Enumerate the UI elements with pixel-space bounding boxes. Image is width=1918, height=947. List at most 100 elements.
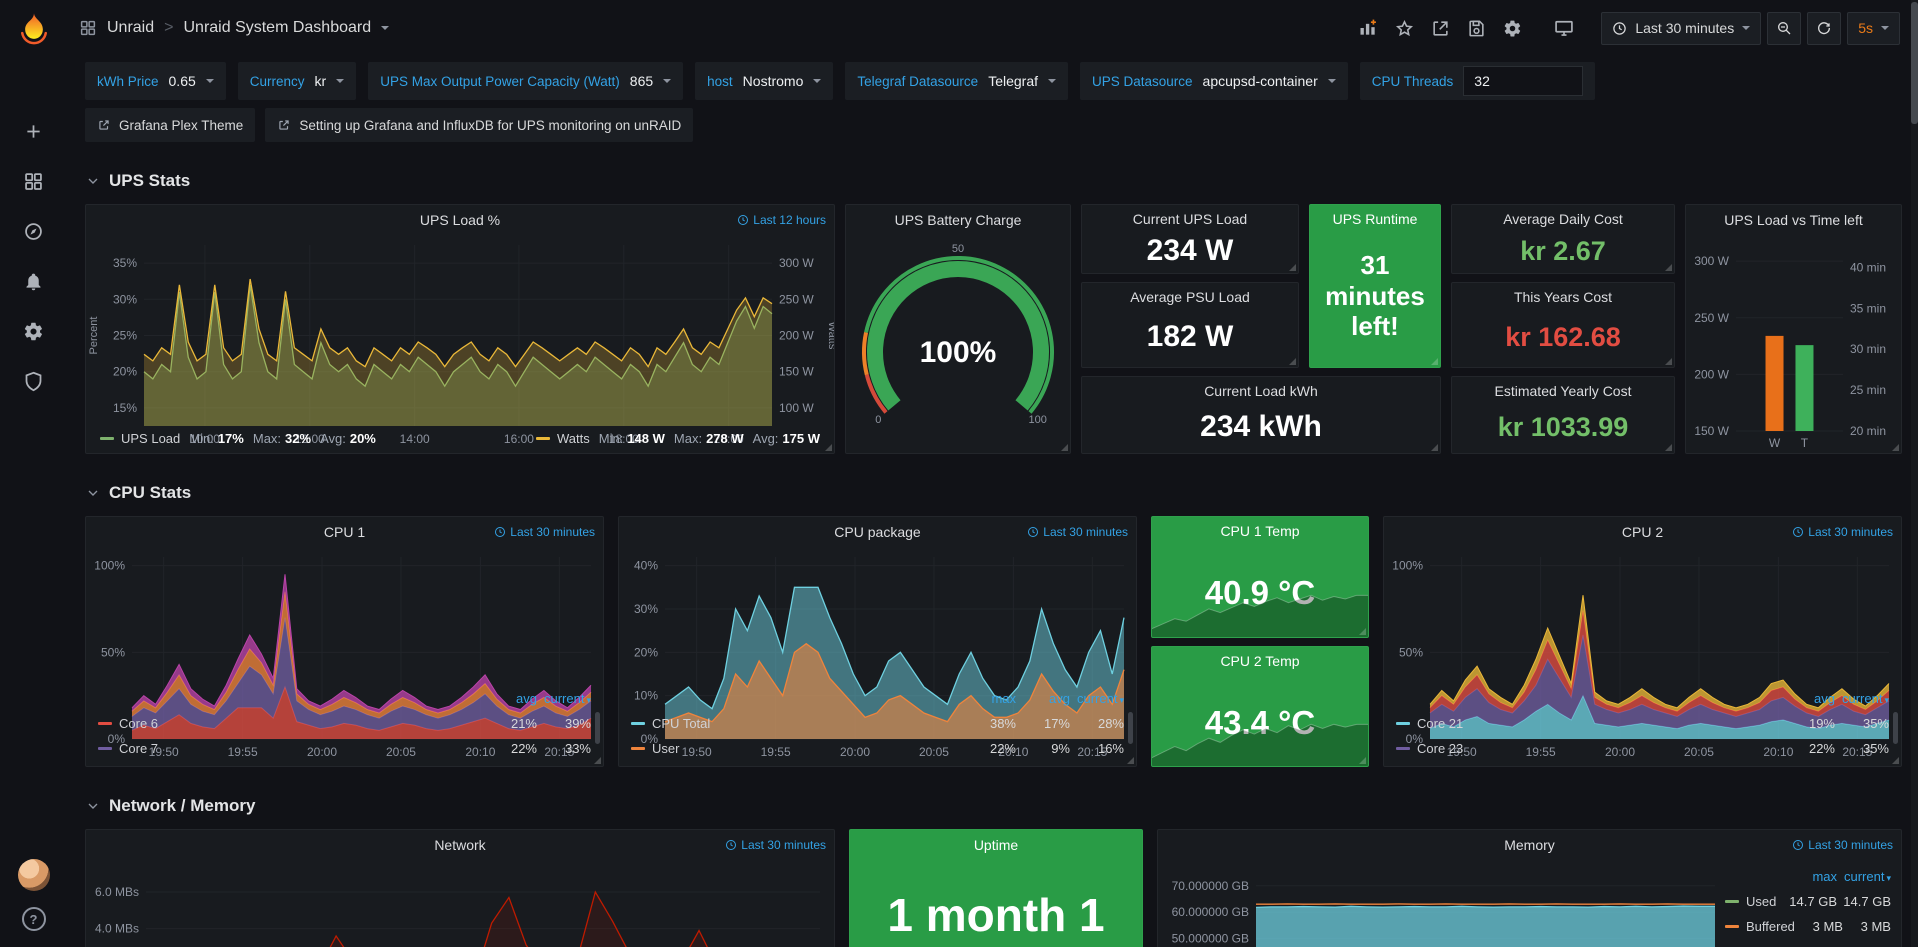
svg-text:W: W	[1769, 436, 1781, 450]
section-header-cpu[interactable]: CPU Stats	[85, 478, 1902, 508]
ups-load-chart[interactable]: 10:0012:0014:0016:0018:0020:0015%20%25%3…	[86, 235, 834, 427]
dashboard-dropdown-caret[interactable]	[381, 26, 389, 30]
panel-title[interactable]: UPS Battery Charge	[895, 212, 1022, 228]
sidebar-item-explore[interactable]	[23, 220, 45, 242]
panel-title[interactable]: Uptime	[974, 837, 1018, 853]
cpu1-chart[interactable]: 19:5019:5520:0020:0520:1020:150%50%100%	[86, 547, 603, 686]
panel-title[interactable]: Average PSU Load	[1130, 289, 1250, 305]
avatar[interactable]	[18, 859, 50, 891]
panel-timerange[interactable]: Last 12 hours	[737, 205, 826, 235]
variable-ups-max-output[interactable]: UPS Max Output Power Capacity (Watt) 865	[368, 62, 683, 100]
panel-title[interactable]: Estimated Yearly Cost	[1495, 383, 1632, 399]
help-button[interactable]: ?	[22, 907, 46, 931]
sidebar-item-alerting[interactable]	[23, 270, 45, 292]
create-button[interactable]	[23, 120, 45, 142]
panel-timerange[interactable]: Last 30 minutes	[1792, 517, 1893, 547]
variable-host[interactable]: host Nostromo	[695, 62, 833, 100]
svg-text:Watts: Watts	[826, 322, 834, 350]
panel-title[interactable]: Current UPS Load	[1133, 211, 1247, 227]
legend-scrollbar[interactable]	[1128, 712, 1133, 744]
legend-series-name[interactable]: Core 23	[1417, 741, 1463, 756]
legend-sort-max[interactable]: max	[962, 691, 1016, 706]
sidebar-item-configuration[interactable]	[23, 320, 45, 342]
save-button[interactable]	[1461, 13, 1491, 43]
variable-telegraf-datasource[interactable]: Telegraf Datasource Telegraf	[845, 62, 1068, 100]
breadcrumb-page-title[interactable]: Unraid System Dashboard	[183, 19, 371, 37]
template-variables: kWh Price 0.65 Currency kr UPS Max Outpu…	[85, 62, 1902, 100]
zoom-out-button[interactable]	[1767, 12, 1801, 45]
legend-sort-current[interactable]: current▾	[1835, 691, 1889, 706]
scrollbar-thumb[interactable]	[1911, 2, 1918, 124]
cycle-view-button[interactable]	[1549, 13, 1579, 43]
legend-series-name[interactable]: Buffered	[1746, 919, 1795, 934]
legend-sort-max[interactable]: max	[1783, 869, 1837, 884]
section-header-ups[interactable]: UPS Stats	[85, 166, 1902, 196]
sidebar-item-dashboards[interactable]	[23, 170, 45, 192]
star-button[interactable]	[1389, 13, 1419, 43]
legend-series-name[interactable]: Core 21	[1417, 716, 1463, 731]
legend-series-name[interactable]: Used	[1746, 894, 1776, 909]
legend-series-name[interactable]: Watts	[557, 431, 590, 446]
legend-scrollbar[interactable]	[1893, 712, 1898, 744]
network-chart[interactable]: 2.0 MBs4.0 MBs6.0 MBs	[86, 860, 834, 947]
legend-stat-value: 17%	[218, 431, 244, 446]
variable-label: UPS Max Output Power Capacity (Watt)	[380, 74, 620, 89]
share-button[interactable]	[1425, 13, 1455, 43]
dashboard-settings-button[interactable]	[1497, 13, 1527, 43]
sidebar-bottom: ?	[18, 859, 50, 931]
legend-series-name[interactable]: Core 7	[119, 741, 158, 756]
legend-sort-avg[interactable]: avg	[1781, 691, 1835, 706]
sidebar-item-server-admin[interactable]	[23, 370, 45, 392]
panel-title[interactable]: Network	[434, 837, 485, 853]
legend-sort-avg[interactable]: avg	[1016, 691, 1070, 706]
panel-timerange[interactable]: Last 30 minutes	[1027, 517, 1128, 547]
panel-title[interactable]: UPS Runtime	[1333, 211, 1418, 227]
panel-timerange[interactable]: Last 30 minutes	[1792, 830, 1893, 860]
refresh-button[interactable]	[1807, 12, 1841, 45]
variable-kwh-price[interactable]: kWh Price 0.65	[85, 62, 226, 100]
panel-title[interactable]: UPS Load vs Time left	[1724, 212, 1863, 228]
breadcrumb-root[interactable]: Unraid	[107, 19, 154, 37]
memory-chart[interactable]: 50.000000 GB60.000000 GB70.000000 GB	[1158, 860, 1725, 947]
panel-title[interactable]: UPS Load %	[420, 212, 500, 228]
legend-series-name[interactable]: User	[652, 741, 679, 756]
legend-series-swatch	[100, 437, 114, 440]
cpu-threads-input[interactable]: 32	[1463, 66, 1583, 96]
panel-title[interactable]: CPU 1 Temp	[1220, 523, 1299, 539]
cpu2-chart[interactable]: 19:5019:5520:0020:0520:1020:150%50%100%	[1384, 547, 1901, 686]
refresh-interval-picker[interactable]: 5s	[1847, 12, 1900, 45]
cpu-package-chart[interactable]: 19:5019:5520:0020:0520:1020:150%10%20%30…	[619, 547, 1136, 686]
link-ups-monitoring-guide[interactable]: Setting up Grafana and InfluxDB for UPS …	[265, 108, 693, 142]
panel-title[interactable]: Memory	[1504, 837, 1555, 853]
panel-timerange[interactable]: Last 30 minutes	[725, 830, 826, 860]
time-range-picker[interactable]: Last 30 minutes	[1601, 12, 1761, 45]
legend-series-swatch	[631, 747, 645, 750]
save-icon	[1467, 19, 1486, 38]
sidebar: ?	[0, 0, 67, 947]
section-header-netmem[interactable]: Network / Memory	[85, 791, 1902, 821]
panel-title[interactable]: CPU 2 Temp	[1220, 653, 1299, 669]
variable-currency[interactable]: Currency kr	[238, 62, 356, 100]
legend-sort-current[interactable]: current▾	[1837, 869, 1891, 884]
link-grafana-plex-theme[interactable]: Grafana Plex Theme	[85, 108, 255, 142]
grafana-logo[interactable]	[14, 10, 54, 50]
ups-load-time-bar-chart[interactable]: 150 W200 W250 W300 W20 min25 min30 min35…	[1686, 235, 1901, 453]
panel-timerange[interactable]: Last 30 minutes	[494, 517, 595, 547]
legend-sort-current[interactable]: current▾	[1070, 691, 1124, 706]
panel-title[interactable]: Current Load kWh	[1204, 383, 1318, 399]
legend-sort-avg[interactable]: avg	[483, 691, 537, 706]
legend-sort-current[interactable]: current▾	[537, 691, 591, 706]
page-scrollbar[interactable]	[1911, 0, 1918, 947]
add-panel-button[interactable]	[1353, 13, 1383, 43]
legend-series-name[interactable]: CPU Total	[652, 716, 710, 731]
panel-title[interactable]: CPU package	[834, 524, 920, 540]
panel-title[interactable]: CPU 1	[324, 524, 365, 540]
panel-title[interactable]: Average Daily Cost	[1503, 211, 1623, 227]
legend-stat-label: Avg:	[320, 431, 346, 446]
panel-title[interactable]: This Years Cost	[1514, 289, 1612, 305]
variable-ups-datasource[interactable]: UPS Datasource apcupsd-container	[1080, 62, 1348, 100]
legend-series-name[interactable]: Core 6	[119, 716, 158, 731]
legend-scrollbar[interactable]	[595, 712, 600, 744]
legend-series-name[interactable]: UPS Load	[121, 431, 180, 446]
panel-title[interactable]: CPU 2	[1622, 524, 1663, 540]
